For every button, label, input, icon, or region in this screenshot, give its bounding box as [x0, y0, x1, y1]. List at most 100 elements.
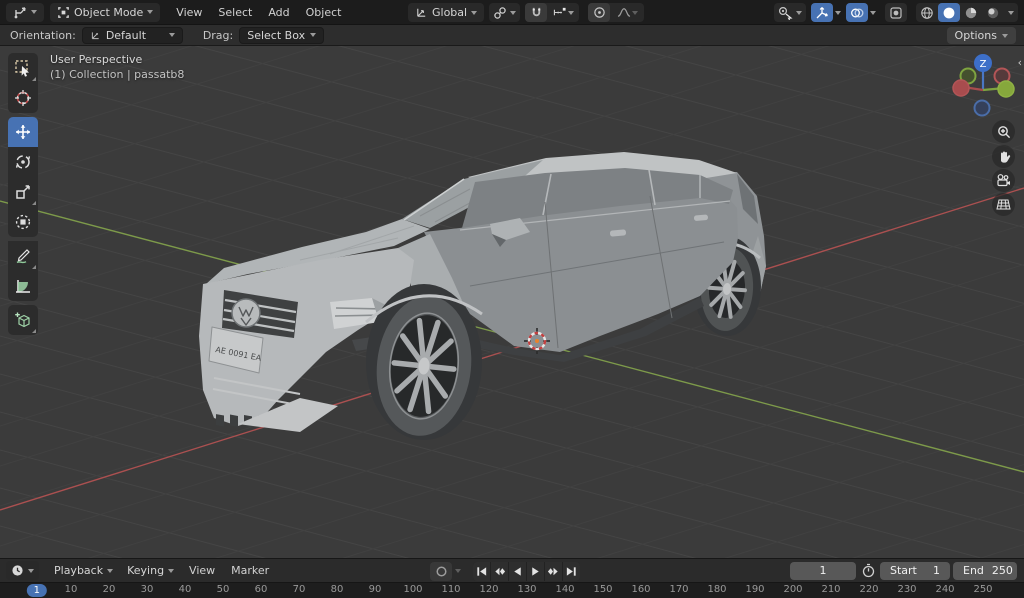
tool-move[interactable]	[8, 117, 38, 147]
viewport-header-bar: Object Mode View Select Add Object Globa…	[0, 0, 1024, 25]
drag-label: Drag:	[203, 29, 233, 42]
ruler-frame-label: 110	[441, 584, 460, 595]
chevron-down-icon[interactable]	[455, 569, 461, 573]
next-keyframe-button[interactable]	[545, 562, 562, 581]
shading-wireframe-button[interactable]	[916, 3, 938, 22]
use-preview-range-button[interactable]	[861, 563, 876, 578]
proportional-editing-icon	[593, 6, 606, 19]
zoom-icon	[997, 125, 1011, 139]
transform-orientation-selector[interactable]: Global	[408, 3, 484, 22]
chevron-down-icon	[568, 11, 574, 15]
pan-button[interactable]	[992, 145, 1015, 168]
xray-icon	[889, 6, 903, 20]
mode-label: Object Mode	[74, 6, 143, 19]
gizmo-y-pos-axis[interactable]	[998, 81, 1014, 97]
current-frame-indicator[interactable]: 1	[27, 584, 47, 597]
rotate-tool-icon	[14, 153, 32, 171]
tool-cursor[interactable]	[8, 83, 38, 113]
proportional-falloff-selector[interactable]	[610, 3, 644, 22]
tool-select-box[interactable]	[8, 53, 38, 83]
tool-scale[interactable]	[8, 177, 38, 207]
shading-solid-button[interactable]	[938, 3, 960, 22]
tool-orientation-dropdown[interactable]: Default	[82, 27, 183, 44]
pivot-point-selector[interactable]	[489, 3, 520, 22]
chevron-down-icon[interactable]	[835, 11, 841, 15]
stopwatch-icon	[861, 563, 876, 578]
chevron-down-icon	[1002, 34, 1008, 38]
shading-rendered-button[interactable]	[982, 3, 1004, 22]
viewport-3d[interactable]: AE 0091 EA	[0, 46, 1024, 558]
options-button[interactable]: Options	[947, 27, 1016, 44]
jump-to-start-button[interactable]	[473, 562, 490, 581]
orbit-gizmo[interactable]: Z	[948, 50, 1018, 124]
playback-menu[interactable]: Playback	[47, 561, 120, 580]
ruler-frame-label: 170	[669, 584, 688, 595]
keying-menu[interactable]: Keying	[120, 561, 181, 580]
ruler-frame-label: 150	[593, 584, 612, 595]
chevron-down-icon	[147, 10, 153, 14]
end-label: End	[963, 564, 984, 577]
show-gizmo-toggle[interactable]	[811, 3, 833, 22]
tool-rotate[interactable]	[8, 147, 38, 177]
gizmo-z-label: Z	[980, 59, 987, 70]
snap-target-selector[interactable]	[547, 3, 579, 22]
mode-selector[interactable]: Object Mode	[50, 3, 160, 22]
gizmo-z-neg-axis[interactable]	[975, 101, 990, 116]
tool-annotate[interactable]	[8, 241, 38, 271]
gizmo-x-neg-axis[interactable]	[953, 80, 969, 96]
show-overlays-toggle[interactable]	[846, 3, 868, 22]
toggle-perspective-button[interactable]	[992, 193, 1015, 216]
drag-mode-dropdown[interactable]: Select Box	[239, 27, 324, 44]
orientation-axes-icon	[90, 30, 101, 41]
timeline-editor-type-button[interactable]	[6, 561, 39, 580]
xray-toggle[interactable]	[885, 3, 907, 22]
chevron-down-icon	[796, 11, 802, 15]
timeline-marker-menu[interactable]: Marker	[223, 561, 277, 580]
menu-object[interactable]: Object	[298, 3, 350, 22]
current-frame-field[interactable]: 1	[790, 562, 856, 580]
jump-to-end-button[interactable]	[563, 562, 580, 581]
chevron-down-icon[interactable]	[870, 11, 876, 15]
overlays-icon	[850, 6, 864, 20]
timeline-view-menu[interactable]: View	[181, 561, 223, 580]
menu-add[interactable]: Add	[260, 3, 297, 22]
ruler-frame-label: 190	[745, 584, 764, 595]
ruler-frame-label: 140	[555, 584, 574, 595]
jump-end-icon	[565, 565, 578, 578]
ruler-frame-label: 240	[935, 584, 954, 595]
tool-settings-bar: Orientation: Default Drag: Select Box Op…	[0, 25, 1024, 46]
shading-dropdown[interactable]	[1004, 3, 1018, 22]
chevron-down-icon	[28, 569, 34, 573]
keying-menu-label: Keying	[127, 564, 164, 577]
tool-add-cube[interactable]	[8, 305, 38, 335]
sidebar-toggle-arrow[interactable]: ‹	[1018, 56, 1022, 69]
play-button[interactable]	[527, 562, 544, 581]
editor-type-button[interactable]	[6, 3, 44, 22]
zoom-button[interactable]	[992, 120, 1015, 143]
chevron-down-icon	[632, 11, 638, 15]
timeline-ruler[interactable]: 1 10203040506070809010011012013014015016…	[0, 582, 1024, 598]
options-label: Options	[955, 29, 997, 42]
car-model[interactable]: AE 0091 EA	[199, 152, 766, 441]
start-frame-field[interactable]: Start 1	[880, 562, 950, 580]
chevron-down-icon	[1008, 11, 1014, 15]
ruler-frame-label: 160	[631, 584, 650, 595]
auto-keying-toggle[interactable]	[430, 562, 452, 581]
play-reverse-button[interactable]	[509, 562, 526, 581]
select-box-icon	[14, 59, 32, 77]
tool-transform[interactable]	[8, 207, 38, 237]
camera-view-button[interactable]	[992, 169, 1015, 192]
snap-toggle[interactable]	[525, 3, 547, 22]
menu-view[interactable]: View	[168, 3, 210, 22]
chevron-down-icon	[510, 11, 516, 15]
shading-material-button[interactable]	[960, 3, 982, 22]
end-frame-field[interactable]: End 250	[953, 562, 1017, 580]
prev-keyframe-button[interactable]	[491, 562, 508, 581]
object-type-visibility-button[interactable]	[774, 3, 806, 22]
menu-select[interactable]: Select	[210, 3, 260, 22]
proportional-editing-toggle[interactable]	[588, 3, 610, 22]
tool-measure[interactable]	[8, 271, 38, 301]
object-visibility-icon	[778, 6, 793, 20]
ruler-frame-label: 30	[141, 584, 154, 595]
ruler-frame-label: 210	[821, 584, 840, 595]
